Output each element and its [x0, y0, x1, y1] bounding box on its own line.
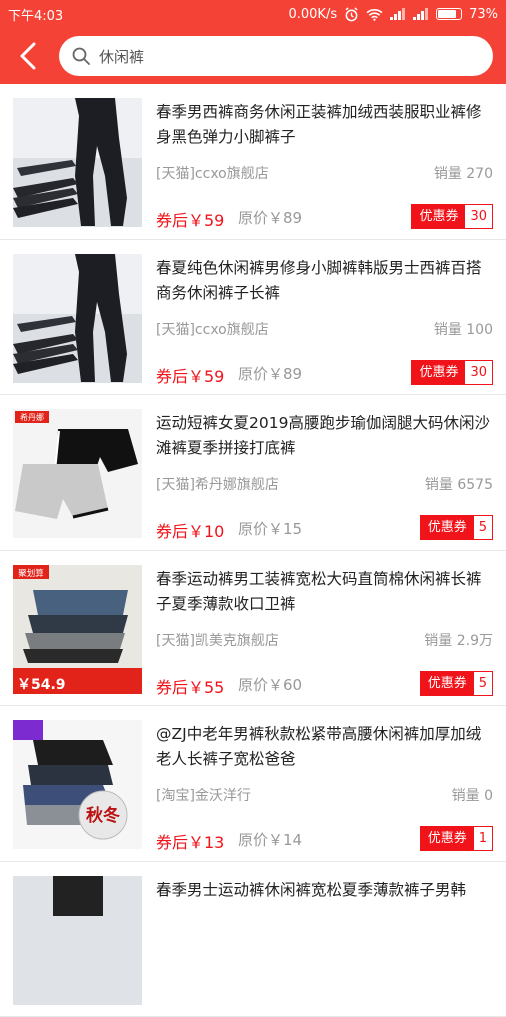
- product-item[interactable]: 希丹娜 运动短裤女夏2019高腰跑步瑜伽阔腿大码休闲沙滩裤夏季拼接打底裤 [天猫]希…: [0, 395, 506, 551]
- shop-name: [天猫]凯美克旗舰店: [156, 630, 279, 650]
- product-title[interactable]: 春夏纯色休闲裤男修身小脚裤韩版男士西裤百搭商务休闲裤子长裤: [156, 256, 496, 306]
- coupon-button[interactable]: 优惠券30: [411, 204, 493, 229]
- search-input[interactable]: [99, 47, 399, 65]
- product-list: 春季男西裤商务休闲正装裤加绒西装服职业裤修身黑色弹力小脚裤子 [天猫]ccxo旗舰…: [0, 84, 506, 1017]
- original-price: 原价￥89: [238, 207, 302, 228]
- search-bar[interactable]: [59, 36, 493, 76]
- product-image[interactable]: [13, 254, 142, 383]
- coupon-price: 券后￥13: [156, 829, 224, 853]
- shop-name: [天猫]ccxo旗舰店: [156, 319, 269, 339]
- coupon-label: 优惠券: [421, 516, 474, 539]
- product-title[interactable]: 春季男士运动裤休闲裤宽松夏季薄款裤子男韩: [156, 878, 496, 928]
- product-image[interactable]: 希丹娜: [13, 409, 142, 538]
- sales-count: 销量 0: [452, 785, 493, 805]
- product-image[interactable]: [13, 98, 142, 227]
- coupon-value: 30: [465, 205, 492, 228]
- product-title[interactable]: @ZJ中老年男裤秋款松紧带高腰休闲裤加厚加绒老人长裤子宽松爸爸: [156, 722, 496, 772]
- coupon-price: 券后￥55: [156, 674, 224, 698]
- wifi-icon: [366, 8, 383, 21]
- coupon-label: 优惠券: [412, 205, 465, 228]
- original-price: 原价￥89: [238, 363, 302, 384]
- coupon-label: 优惠券: [421, 672, 474, 695]
- coupon-value: 5: [474, 516, 492, 539]
- product-image[interactable]: 聚划算 ￥54.9: [13, 565, 142, 694]
- coupon-button[interactable]: 优惠券1: [420, 826, 493, 851]
- product-item[interactable]: 春季男士运动裤休闲裤宽松夏季薄款裤子男韩: [0, 862, 506, 1017]
- svg-text:聚划算: 聚划算: [18, 568, 44, 579]
- coupon-price: 券后￥59: [156, 207, 224, 231]
- original-price: 原价￥15: [238, 518, 302, 539]
- product-title[interactable]: 运动短裤女夏2019高腰跑步瑜伽阔腿大码休闲沙滩裤夏季拼接打底裤: [156, 411, 496, 461]
- product-item[interactable]: 聚划算 ￥54.9 春季运动裤男工装裤宽松大码直筒棉休闲裤长裤子夏季薄款收口卫裤 [天…: [0, 551, 506, 707]
- svg-text:希丹娜: 希丹娜: [20, 412, 44, 422]
- coupon-value: 5: [474, 672, 492, 695]
- shop-name: [天猫]ccxo旗舰店: [156, 163, 269, 183]
- product-item[interactable]: 秋冬 @ZJ中老年男裤秋款松紧带高腰休闲裤加厚加绒老人长裤子宽松爸爸 [淘宝]金沃洋…: [0, 706, 506, 862]
- sales-count: 销量 2.9万: [424, 630, 493, 650]
- svg-text:￥54.9: ￥54.9: [17, 677, 66, 693]
- coupon-price: 券后￥10: [156, 518, 224, 542]
- battery-icon: [436, 8, 462, 20]
- product-item[interactable]: 春季男西裤商务休闲正装裤加绒西装服职业裤修身黑色弹力小脚裤子 [天猫]ccxo旗舰…: [0, 84, 506, 240]
- back-arrow-icon[interactable]: [14, 40, 44, 72]
- original-price: 原价￥60: [238, 674, 302, 695]
- sales-count: 销量 270: [434, 163, 493, 183]
- search-header: [0, 28, 506, 84]
- status-bar: 下午4:03 0.00K/s 73%: [0, 0, 506, 28]
- signal-icon: [390, 8, 406, 20]
- product-title[interactable]: 春季男西裤商务休闲正装裤加绒西装服职业裤修身黑色弹力小脚裤子: [156, 100, 496, 150]
- shop-name: [淘宝]金沃洋行: [156, 785, 251, 805]
- alarm-icon: [344, 7, 359, 22]
- sales-count: 销量 100: [434, 319, 493, 339]
- status-time: 下午4:03: [8, 5, 288, 24]
- coupon-label: 优惠券: [412, 361, 465, 384]
- coupon-button[interactable]: 优惠券5: [420, 515, 493, 540]
- coupon-button[interactable]: 优惠券5: [420, 671, 493, 696]
- product-image[interactable]: [13, 876, 142, 1005]
- shop-name: [天猫]希丹娜旗舰店: [156, 474, 279, 494]
- original-price: 原价￥14: [238, 829, 302, 850]
- coupon-price: 券后￥59: [156, 363, 224, 387]
- svg-text:秋冬: 秋冬: [86, 805, 120, 826]
- sales-count: 销量 6575: [425, 474, 493, 494]
- coupon-label: 优惠券: [421, 827, 474, 850]
- product-item[interactable]: 春夏纯色休闲裤男修身小脚裤韩版男士西裤百搭商务休闲裤子长裤 [天猫]ccxo旗舰店…: [0, 240, 506, 396]
- coupon-value: 30: [465, 361, 492, 384]
- coupon-button[interactable]: 优惠券30: [411, 360, 493, 385]
- coupon-value: 1: [474, 827, 492, 850]
- product-title[interactable]: 春季运动裤男工装裤宽松大码直筒棉休闲裤长裤子夏季薄款收口卫裤: [156, 567, 496, 617]
- battery-percent: 73%: [469, 7, 498, 22]
- search-icon: [71, 46, 91, 66]
- product-image[interactable]: 秋冬: [13, 720, 142, 849]
- signal-icon-2: [413, 8, 429, 20]
- network-speed: 0.00K/s: [288, 7, 337, 22]
